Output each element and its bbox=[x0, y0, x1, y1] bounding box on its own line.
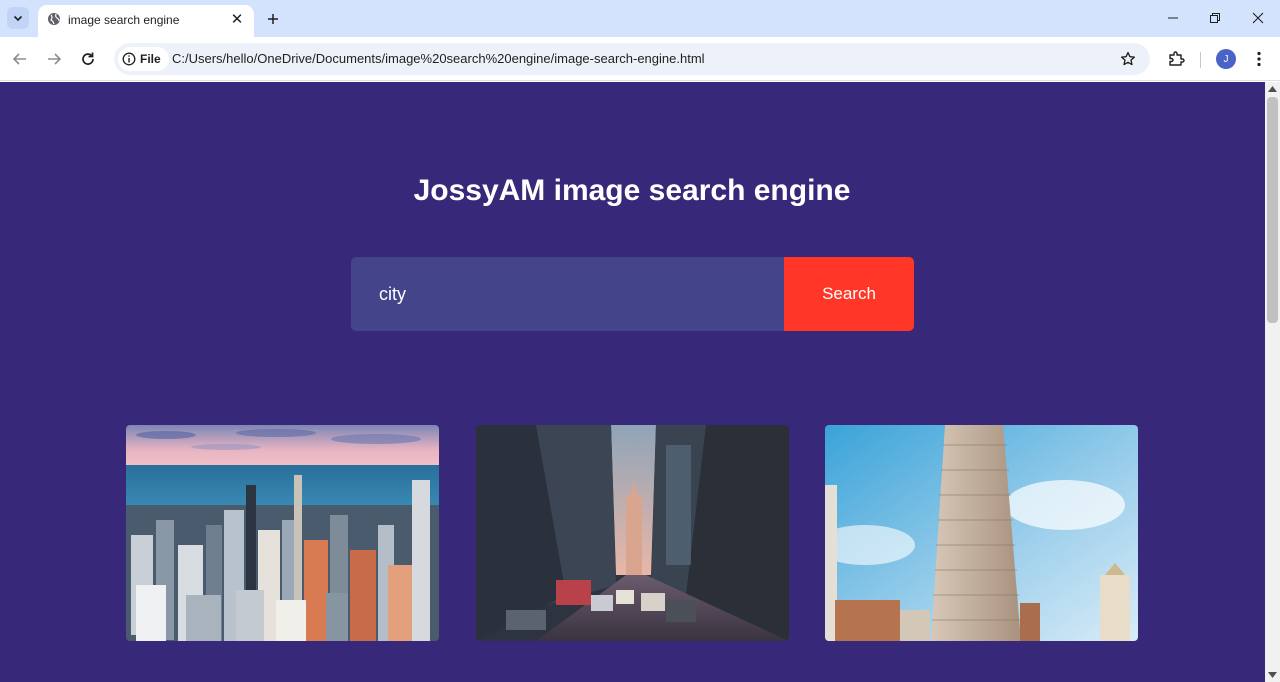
result-image-aerial-skyline[interactable] bbox=[126, 425, 439, 641]
result-image-flatiron-building[interactable] bbox=[825, 425, 1138, 641]
address-bar[interactable]: File C:/Users/hello/OneDrive/Documents/i… bbox=[114, 43, 1150, 75]
results-grid bbox=[126, 425, 1138, 641]
puzzle-icon bbox=[1169, 51, 1185, 66]
aerial-skyline-photo bbox=[126, 425, 439, 641]
info-icon bbox=[122, 52, 136, 66]
search-form: Search bbox=[351, 257, 914, 331]
page-scrollbar[interactable] bbox=[1265, 82, 1280, 682]
search-input[interactable] bbox=[351, 257, 784, 331]
profile-avatar[interactable]: J bbox=[1216, 49, 1236, 69]
page-title: JossyAM image search engine bbox=[413, 174, 851, 207]
page-viewport: JossyAM image search engine Search bbox=[0, 82, 1265, 682]
minimize-icon bbox=[1168, 17, 1178, 19]
scroll-thumb[interactable] bbox=[1267, 97, 1278, 323]
chevron-down-icon bbox=[13, 15, 23, 22]
star-icon bbox=[1120, 51, 1136, 66]
flatiron-building-photo bbox=[825, 425, 1138, 641]
new-tab-button[interactable] bbox=[262, 8, 284, 30]
plus-icon bbox=[268, 14, 278, 24]
city-street-photo bbox=[476, 425, 789, 641]
result-image-city-street[interactable] bbox=[476, 425, 789, 641]
globe-icon bbox=[48, 13, 60, 25]
toolbar-divider bbox=[1200, 52, 1201, 68]
tab-strip: image search engine ✕ bbox=[0, 0, 1280, 37]
arrow-left-icon bbox=[12, 53, 26, 65]
bookmark-button[interactable] bbox=[1118, 49, 1138, 69]
active-tab[interactable]: image search engine ✕ bbox=[38, 5, 254, 37]
url-text[interactable]: C:/Users/hello/OneDrive/Documents/image%… bbox=[172, 51, 705, 66]
close-icon bbox=[1252, 12, 1264, 24]
browser-menu-button[interactable] bbox=[1248, 47, 1270, 71]
back-button[interactable] bbox=[8, 47, 32, 71]
forward-button[interactable] bbox=[42, 47, 66, 71]
restore-button[interactable] bbox=[1200, 6, 1230, 30]
tab-title: image search engine bbox=[68, 13, 180, 27]
tab-close-icon[interactable]: ✕ bbox=[228, 10, 246, 28]
site-info-chip[interactable]: File bbox=[118, 47, 169, 71]
scroll-down-arrow-icon[interactable] bbox=[1268, 672, 1277, 678]
arrow-right-icon bbox=[48, 53, 62, 65]
restore-icon bbox=[1210, 13, 1220, 23]
close-window-button[interactable] bbox=[1243, 6, 1273, 30]
minimize-button[interactable] bbox=[1158, 6, 1188, 30]
scroll-up-arrow-icon[interactable] bbox=[1268, 86, 1277, 92]
more-vertical-icon bbox=[1257, 51, 1261, 67]
reload-button[interactable] bbox=[76, 47, 100, 71]
search-button[interactable]: Search bbox=[784, 257, 914, 331]
file-chip-label: File bbox=[140, 52, 161, 66]
tab-search-button[interactable] bbox=[7, 7, 29, 29]
browser-toolbar: File C:/Users/hello/OneDrive/Documents/i… bbox=[0, 37, 1280, 81]
extensions-button[interactable] bbox=[1164, 47, 1188, 71]
reload-icon bbox=[82, 52, 94, 65]
